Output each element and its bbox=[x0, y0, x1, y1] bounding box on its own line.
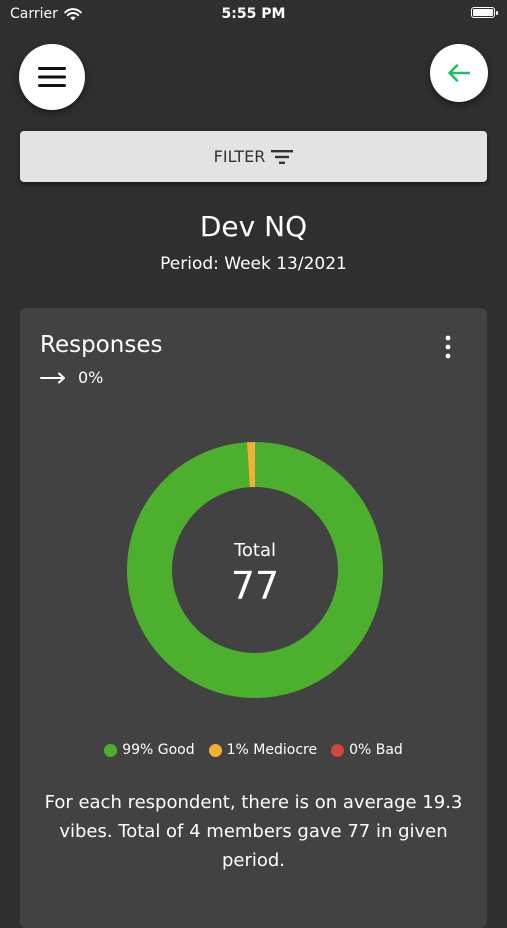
legend-label: 0% Bad bbox=[349, 742, 403, 758]
legend-item: 0% Bad bbox=[331, 742, 403, 758]
battery-icon bbox=[471, 7, 498, 18]
summary-text: For each respondent, there is on average… bbox=[44, 792, 463, 871]
legend-dot bbox=[208, 743, 222, 757]
card-title: Responses bbox=[40, 332, 163, 358]
trend-indicator: 0% bbox=[40, 368, 103, 387]
legend-dot bbox=[331, 743, 345, 757]
legend-item: 1% Mediocre bbox=[208, 742, 318, 758]
back-button[interactable] bbox=[430, 44, 488, 102]
filter-button[interactable]: FILTER bbox=[20, 131, 487, 182]
trend-value: 0% bbox=[78, 368, 104, 387]
responses-card: Responses 0% Total 77 99% Good 1% Mediocr… bbox=[20, 308, 487, 928]
hamburger-menu-icon bbox=[38, 67, 66, 87]
total-value: 77 bbox=[230, 564, 280, 608]
legend-dot bbox=[104, 743, 118, 757]
total-label: Total bbox=[233, 540, 277, 561]
period-label: Period: Week 13/2021 bbox=[160, 254, 347, 274]
filter-label: FILTER bbox=[213, 147, 266, 166]
chart-legend: 99% Good 1% Mediocre 0% Bad bbox=[20, 742, 487, 758]
filter-lines-icon bbox=[271, 149, 294, 164]
menu-button[interactable] bbox=[19, 44, 85, 110]
legend-item: 99% Good bbox=[104, 742, 195, 758]
legend-label: 99% Good bbox=[122, 742, 195, 758]
status-time: 5:55 PM bbox=[221, 6, 286, 22]
more-options-icon[interactable] bbox=[438, 334, 458, 360]
arrow-left-icon bbox=[448, 64, 470, 82]
legend-label: 1% Mediocre bbox=[226, 742, 318, 758]
team-name: Dev NQ bbox=[199, 210, 308, 243]
arrow-right-icon bbox=[40, 372, 65, 383]
status-bar: Carrier 5:55 PM bbox=[0, 0, 507, 28]
